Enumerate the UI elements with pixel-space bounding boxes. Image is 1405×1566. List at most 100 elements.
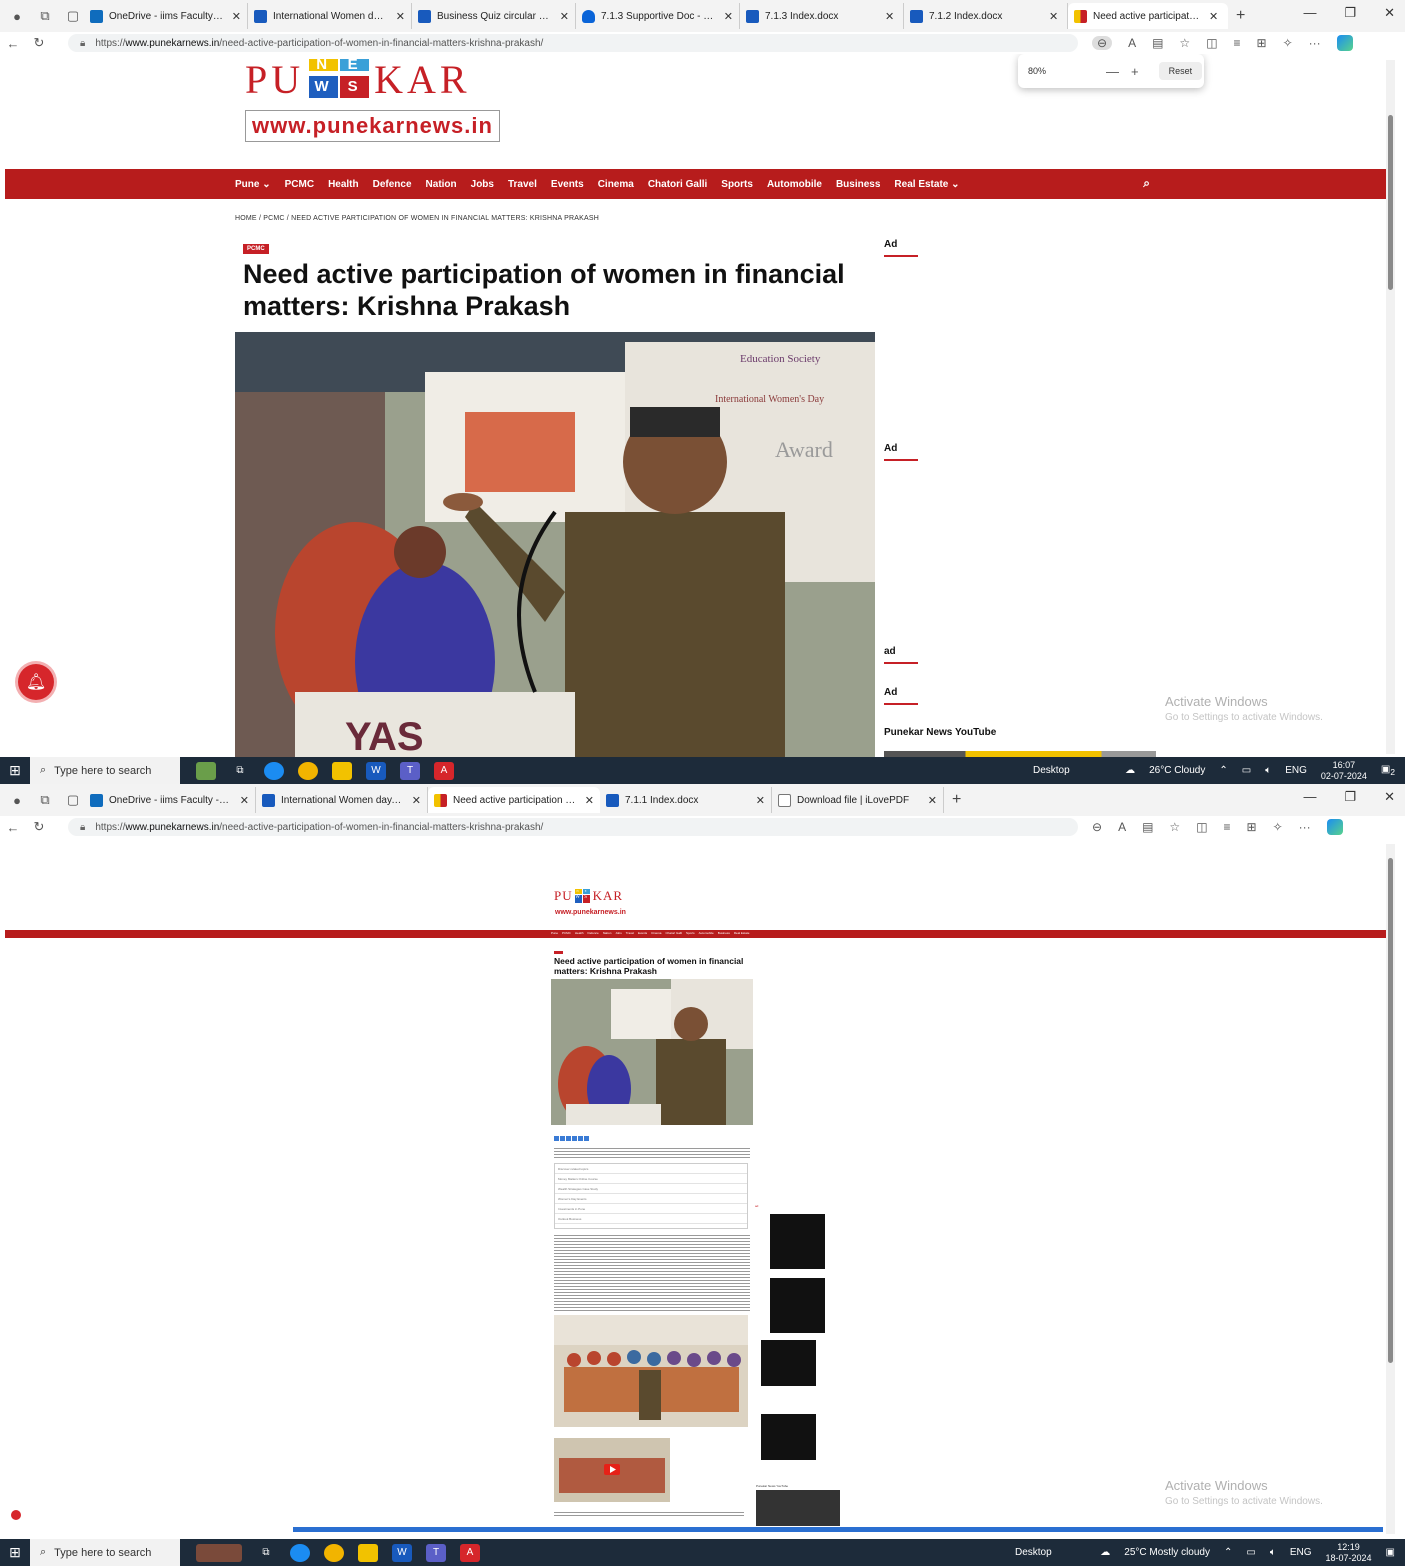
tab-outlook[interactable]: OneDrive - iims Faculty - Outloo✕ xyxy=(84,787,256,813)
favorite-star-icon[interactable]: ☆ xyxy=(1179,36,1190,50)
nav-item-health[interactable]: Health xyxy=(328,179,359,190)
desktop-toolbar-label[interactable]: Desktop xyxy=(1015,1547,1052,1558)
notification-bell-icon[interactable] xyxy=(11,1510,21,1520)
lock-icon[interactable]: 🔒︎ xyxy=(80,822,85,833)
tray-chevron-icon[interactable]: ⌃ xyxy=(1219,765,1227,776)
restore-icon[interactable]: ❐ xyxy=(1344,789,1356,805)
share-icon[interactable] xyxy=(560,1136,565,1141)
nav-item-travel[interactable]: Travel xyxy=(626,931,634,935)
category-badge[interactable] xyxy=(554,951,563,954)
tab-women-day-doc[interactable]: International Women day.docx✕ xyxy=(256,787,428,813)
nav-item-pune[interactable]: Pune xyxy=(551,931,558,935)
site-logo[interactable]: PU N E W S KAR xyxy=(554,888,623,905)
file-explorer-icon[interactable] xyxy=(358,1543,378,1562)
tab-onedrive-doc[interactable]: 7.1.3 Supportive Doc - OneDri✕ xyxy=(576,3,740,29)
teams-icon[interactable]: T xyxy=(400,761,420,780)
nav-item-health[interactable]: Health xyxy=(575,931,584,935)
sidebar-ad[interactable] xyxy=(761,1414,816,1460)
nav-item-defence[interactable]: Defence xyxy=(588,931,599,935)
scrollbar-thumb[interactable] xyxy=(1388,858,1393,1363)
page-scrollbar[interactable] xyxy=(1386,60,1395,754)
more-icon[interactable]: ··· xyxy=(1299,820,1311,834)
tab-punekar-article[interactable]: Need active participation of wor✕ xyxy=(428,787,600,813)
nav-item-travel[interactable]: Travel xyxy=(508,179,537,190)
weather-text[interactable]: 26°C Cloudy xyxy=(1149,765,1205,776)
url-field[interactable]: 🔒︎ https://www.punekarnews.in/need-activ… xyxy=(68,818,1078,836)
close-icon[interactable]: ✕ xyxy=(585,794,594,807)
sidebar-ad[interactable] xyxy=(761,1340,816,1386)
tray-chevron-icon[interactable]: ⌃ xyxy=(1224,1547,1232,1558)
nav-item-events[interactable]: Events xyxy=(638,931,647,935)
weather-text[interactable]: 25°C Mostly cloudy xyxy=(1124,1547,1210,1558)
chrome-icon[interactable] xyxy=(298,761,318,780)
profile-icon[interactable]: ● xyxy=(6,789,28,811)
sidebar-ad[interactable] xyxy=(770,1214,825,1269)
nav-item-events[interactable]: Events xyxy=(551,179,584,190)
favorites-icon[interactable]: ≡ xyxy=(1234,36,1241,50)
acrobat-icon[interactable]: A xyxy=(434,761,454,780)
tab-women-day-doc[interactable]: International Women day.docx✕ xyxy=(248,3,412,29)
file-explorer-icon[interactable] xyxy=(332,761,352,780)
nav-item-real-estate[interactable]: Real Estate xyxy=(734,931,750,935)
nav-item-business[interactable]: Business xyxy=(836,179,880,190)
close-icon[interactable]: ✕ xyxy=(1209,10,1218,23)
collections-icon[interactable]: ⊞ xyxy=(1257,36,1267,50)
volume-icon[interactable]: 🔈︎ xyxy=(1265,765,1271,776)
nav-item-cinema[interactable]: Cinema xyxy=(651,931,661,935)
extensions-icon[interactable]: ✧ xyxy=(1283,36,1293,50)
url-field[interactable]: 🔒︎ https://www.punekarnews.in/need-activ… xyxy=(68,34,1078,52)
favorites-icon[interactable]: ≡ xyxy=(1224,820,1231,834)
zoom-out-button[interactable]: — xyxy=(1106,64,1119,79)
edge-icon[interactable] xyxy=(290,1543,310,1562)
close-icon[interactable]: ✕ xyxy=(240,794,249,807)
nav-item-sports[interactable]: Sports xyxy=(686,931,695,935)
nav-item-pcmc[interactable]: PCMC xyxy=(285,179,314,190)
clock[interactable]: 16:07 02-07-2024 xyxy=(1321,760,1367,782)
nav-item-automobile[interactable]: Automobile xyxy=(699,931,714,935)
share-icon[interactable] xyxy=(584,1136,589,1141)
share-icon[interactable] xyxy=(554,1136,559,1141)
clock[interactable]: 12:19 18-07-2024 xyxy=(1326,1542,1372,1564)
close-icon[interactable]: ✕ xyxy=(724,10,733,23)
related-topic-item[interactable]: Investments in Pune xyxy=(555,1204,747,1214)
refresh-icon[interactable]: ↻ xyxy=(26,35,52,51)
split-screen-icon[interactable]: ◫ xyxy=(1206,36,1217,50)
zoom-icon[interactable]: ⊖ xyxy=(1092,820,1102,834)
tab-711-index[interactable]: 7.1.1 Index.docx ✕ xyxy=(600,787,772,813)
back-icon[interactable]: ← xyxy=(0,36,26,51)
edge-icon[interactable] xyxy=(264,761,284,780)
tab-outlook[interactable]: OneDrive - iims Faculty - Outlo✕ xyxy=(84,3,248,29)
category-badge[interactable]: PCMC xyxy=(243,244,269,254)
tab-713-index[interactable]: 7.1.3 Index.docx ✕ xyxy=(740,3,904,29)
search-icon[interactable]: ⌕ xyxy=(1143,176,1150,191)
acrobat-icon[interactable]: A xyxy=(460,1543,480,1562)
widgets-icon[interactable] xyxy=(196,1543,242,1562)
workspaces-icon[interactable]: ⧉ xyxy=(34,789,56,811)
zoom-in-button[interactable]: + xyxy=(1131,64,1139,79)
close-icon[interactable]: ✕ xyxy=(1049,10,1058,23)
extensions-icon[interactable]: ✧ xyxy=(1273,820,1283,834)
refresh-icon[interactable]: ↻ xyxy=(26,819,52,835)
new-tab-button[interactable]: + xyxy=(1236,7,1245,25)
more-icon[interactable]: ··· xyxy=(1309,36,1321,50)
nav-item-nation[interactable]: Nation xyxy=(603,931,612,935)
split-screen-icon[interactable]: ◫ xyxy=(1196,820,1207,834)
chrome-icon[interactable] xyxy=(324,1543,344,1562)
language-indicator[interactable]: ENG xyxy=(1290,1547,1312,1558)
nav-item-automobile[interactable]: Automobile xyxy=(767,179,822,190)
word-icon[interactable]: W xyxy=(366,761,386,780)
profile-icon[interactable]: ● xyxy=(6,5,28,27)
logo-url[interactable]: www.punekarnews.in xyxy=(555,909,626,916)
bottom-notification-bar[interactable] xyxy=(293,1527,1383,1532)
close-icon[interactable]: ✕ xyxy=(412,794,421,807)
restore-icon[interactable]: ❐ xyxy=(1344,5,1356,21)
taskbar-search[interactable]: ⌕ Type here to search xyxy=(30,1539,180,1566)
notifications-icon[interactable]: ▣2 xyxy=(1381,764,1395,777)
related-topic-item[interactable]: Outlook Business xyxy=(555,1214,747,1224)
close-icon[interactable]: ✕ xyxy=(232,10,241,23)
related-topic-item[interactable]: Wealth Strategies Case Study xyxy=(555,1184,747,1194)
back-icon[interactable]: ← xyxy=(0,820,26,835)
share-icon[interactable] xyxy=(578,1136,583,1141)
close-icon[interactable]: ✕ xyxy=(396,10,405,23)
widgets-icon[interactable] xyxy=(196,761,216,780)
